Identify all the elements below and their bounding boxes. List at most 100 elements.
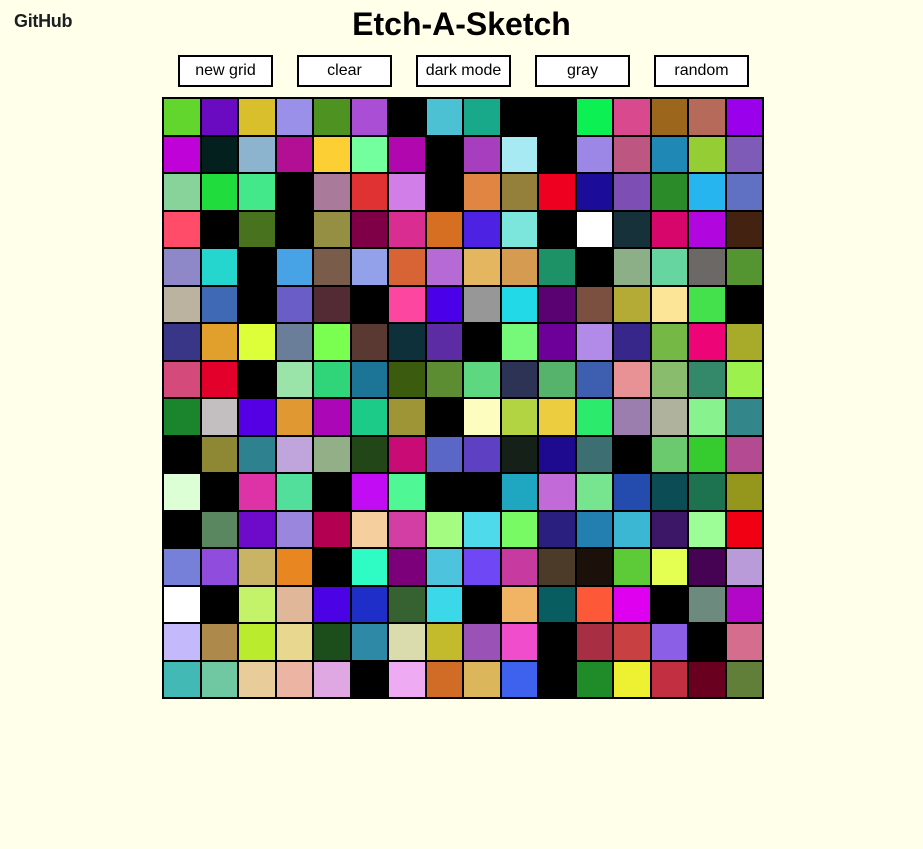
grid-cell[interactable]: [538, 435, 576, 473]
grid-cell[interactable]: [725, 173, 763, 211]
grid-cell[interactable]: [425, 173, 463, 211]
grid-cell[interactable]: [538, 585, 576, 623]
grid-cell[interactable]: [725, 548, 763, 586]
grid-cell[interactable]: [538, 98, 576, 136]
grid-cell[interactable]: [425, 548, 463, 586]
grid-cell[interactable]: [613, 435, 651, 473]
grid-cell[interactable]: [238, 323, 276, 361]
grid-cell[interactable]: [500, 323, 538, 361]
grid-cell[interactable]: [425, 398, 463, 436]
grid-cell[interactable]: [425, 435, 463, 473]
clear-button[interactable]: clear: [297, 55, 392, 87]
grid-cell[interactable]: [388, 210, 426, 248]
grid-cell[interactable]: [575, 210, 613, 248]
grid-cell[interactable]: [275, 210, 313, 248]
grid-cell[interactable]: [313, 248, 351, 286]
grid-cell[interactable]: [313, 360, 351, 398]
grid-cell[interactable]: [238, 473, 276, 511]
grid-cell[interactable]: [613, 398, 651, 436]
grid-cell[interactable]: [238, 98, 276, 136]
grid-cell[interactable]: [688, 398, 726, 436]
grid-cell[interactable]: [538, 248, 576, 286]
grid-cell[interactable]: [688, 173, 726, 211]
grid-cell[interactable]: [350, 660, 388, 698]
grid-cell[interactable]: [350, 173, 388, 211]
grid-cell[interactable]: [388, 398, 426, 436]
grid-cell[interactable]: [425, 285, 463, 323]
grid-cell[interactable]: [275, 323, 313, 361]
grid-cell[interactable]: [238, 435, 276, 473]
grid-cell[interactable]: [350, 585, 388, 623]
gray-button[interactable]: gray: [535, 55, 630, 87]
grid-cell[interactable]: [613, 135, 651, 173]
grid-cell[interactable]: [725, 248, 763, 286]
grid-cell[interactable]: [463, 98, 501, 136]
grid-cell[interactable]: [688, 248, 726, 286]
grid-cell[interactable]: [388, 98, 426, 136]
grid-cell[interactable]: [575, 98, 613, 136]
grid-cell[interactable]: [500, 285, 538, 323]
grid-cell[interactable]: [388, 248, 426, 286]
grid-cell[interactable]: [463, 660, 501, 698]
grid-cell[interactable]: [313, 473, 351, 511]
grid-cell[interactable]: [575, 660, 613, 698]
grid-cell[interactable]: [200, 585, 238, 623]
grid-cell[interactable]: [163, 360, 201, 398]
grid-cell[interactable]: [163, 398, 201, 436]
grid-cell[interactable]: [200, 360, 238, 398]
grid-cell[interactable]: [350, 623, 388, 661]
grid-cell[interactable]: [163, 135, 201, 173]
grid-cell[interactable]: [313, 285, 351, 323]
grid-cell[interactable]: [725, 660, 763, 698]
grid-cell[interactable]: [650, 210, 688, 248]
grid-cell[interactable]: [688, 585, 726, 623]
grid-cell[interactable]: [163, 248, 201, 286]
grid-cell[interactable]: [200, 248, 238, 286]
grid-cell[interactable]: [200, 510, 238, 548]
grid-cell[interactable]: [463, 510, 501, 548]
grid-cell[interactable]: [688, 285, 726, 323]
grid-cell[interactable]: [613, 360, 651, 398]
grid-cell[interactable]: [200, 548, 238, 586]
grid-cell[interactable]: [500, 398, 538, 436]
grid-cell[interactable]: [613, 510, 651, 548]
grid-cell[interactable]: [650, 585, 688, 623]
grid-cell[interactable]: [200, 173, 238, 211]
grid-cell[interactable]: [725, 473, 763, 511]
grid-cell[interactable]: [313, 510, 351, 548]
grid-cell[interactable]: [350, 98, 388, 136]
grid-cell[interactable]: [200, 323, 238, 361]
sketch-grid[interactable]: [162, 97, 764, 699]
grid-cell[interactable]: [275, 360, 313, 398]
grid-cell[interactable]: [350, 285, 388, 323]
grid-cell[interactable]: [500, 360, 538, 398]
grid-cell[interactable]: [538, 548, 576, 586]
grid-cell[interactable]: [238, 623, 276, 661]
grid-cell[interactable]: [163, 435, 201, 473]
grid-cell[interactable]: [575, 473, 613, 511]
random-button[interactable]: random: [654, 55, 749, 87]
grid-cell[interactable]: [275, 473, 313, 511]
grid-cell[interactable]: [613, 98, 651, 136]
grid-cell[interactable]: [613, 323, 651, 361]
grid-cell[interactable]: [350, 360, 388, 398]
grid-cell[interactable]: [350, 510, 388, 548]
grid-cell[interactable]: [200, 660, 238, 698]
grid-cell[interactable]: [425, 135, 463, 173]
grid-cell[interactable]: [388, 360, 426, 398]
grid-cell[interactable]: [425, 98, 463, 136]
grid-cell[interactable]: [313, 435, 351, 473]
grid-cell[interactable]: [575, 548, 613, 586]
grid-cell[interactable]: [463, 473, 501, 511]
grid-cell[interactable]: [425, 510, 463, 548]
grid-cell[interactable]: [688, 135, 726, 173]
grid-cell[interactable]: [538, 360, 576, 398]
grid-cell[interactable]: [725, 398, 763, 436]
grid-cell[interactable]: [650, 510, 688, 548]
grid-cell[interactable]: [350, 323, 388, 361]
grid-cell[interactable]: [500, 623, 538, 661]
grid-cell[interactable]: [725, 623, 763, 661]
grid-cell[interactable]: [275, 548, 313, 586]
grid-cell[interactable]: [688, 435, 726, 473]
grid-cell[interactable]: [688, 473, 726, 511]
